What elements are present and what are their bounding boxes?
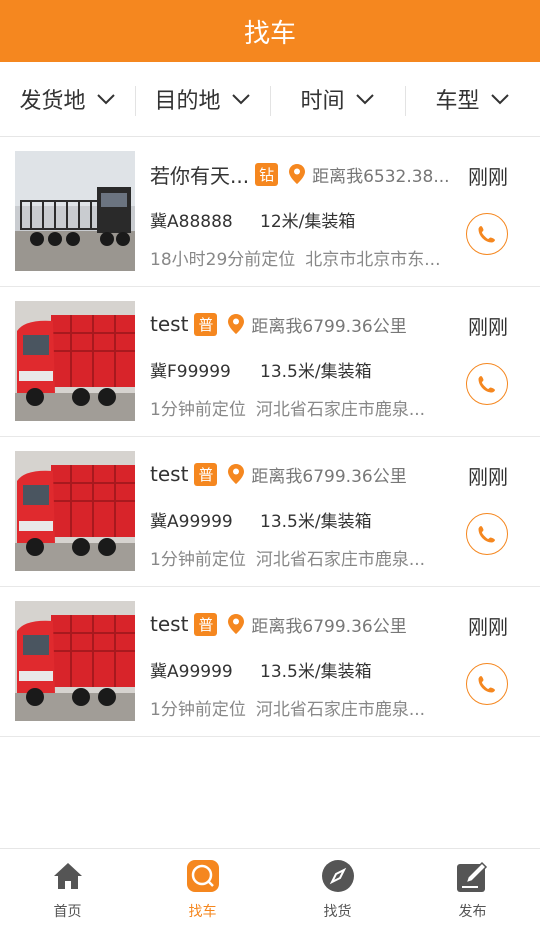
phone-icon [478, 676, 495, 693]
call-button[interactable] [466, 213, 508, 255]
location-pin-icon [289, 164, 306, 184]
vehicle-spec: 12米/集装箱 [260, 211, 356, 232]
truck-photo [15, 301, 135, 421]
location-text: 河北省石家庄市鹿泉... [255, 700, 426, 719]
chevron-down-icon [355, 94, 374, 105]
tab-find-cargo[interactable]: 找货 [270, 849, 405, 933]
truck-photo [15, 451, 135, 571]
plate-number: 冀A99999 [150, 661, 233, 682]
bottom-tab-bar: 首页 找车 找货 发布 [0, 848, 540, 933]
filter-vehicle-type[interactable]: 车型 [405, 62, 540, 136]
call-button[interactable] [466, 513, 508, 555]
filter-time[interactable]: 时间 [270, 62, 405, 136]
compass-icon [321, 859, 355, 893]
chevron-down-icon [490, 94, 509, 105]
truck-photo [15, 601, 135, 721]
tab-label: 找车 [188, 904, 217, 920]
home-icon [51, 859, 85, 893]
distance-text: 距离我6532.38... [312, 166, 450, 187]
tab-home[interactable]: 首页 [0, 849, 135, 933]
phone-icon [478, 226, 495, 243]
location-text: 河北省石家庄市鹿泉... [255, 400, 426, 419]
phone-icon [478, 526, 495, 543]
list-item[interactable]: test 普 距离我6799.36公里 刚刚 冀F99999 13.5米/集装箱… [0, 287, 540, 437]
vehicle-spec: 13.5米/集装箱 [260, 661, 372, 682]
tab-label: 找货 [323, 904, 352, 920]
filter-label: 车型 [435, 89, 480, 114]
list-item[interactable]: test 普 距离我6799.36公里 刚刚 冀A99999 13.5米/集装箱… [0, 587, 540, 737]
located-time: 18小时29分前定位 [150, 250, 296, 269]
vehicle-spec: 13.5米/集装箱 [260, 511, 372, 532]
time-ago: 刚刚 [468, 165, 508, 189]
located-time: 1分钟前定位 [150, 400, 246, 419]
list-item[interactable]: test 普 距离我6799.36公里 刚刚 冀A99999 13.5米/集装箱… [0, 437, 540, 587]
tab-publish[interactable]: 发布 [405, 849, 540, 933]
level-badge: 普 [194, 462, 218, 486]
driver-name: 若你有天... [150, 163, 250, 188]
call-button[interactable] [466, 663, 508, 705]
chevron-down-icon [231, 94, 250, 105]
vehicle-spec: 13.5米/集装箱 [260, 361, 372, 382]
phone-icon [478, 376, 495, 393]
location-pin-icon [228, 314, 245, 334]
driver-name: test [150, 312, 189, 336]
location-text: 河北省石家庄市鹿泉... [255, 550, 426, 569]
distance-text: 距离我6799.36公里 [251, 466, 407, 487]
level-badge: 普 [194, 612, 218, 636]
level-badge: 普 [194, 312, 218, 336]
driver-name: test [150, 462, 189, 486]
find-truck-icon [186, 859, 220, 893]
truck-photo [15, 151, 135, 271]
app-header: 找车 [0, 0, 540, 62]
chevron-down-icon [96, 94, 115, 105]
location-pin-icon [228, 614, 245, 634]
filter-origin[interactable]: 发货地 [0, 62, 135, 136]
location-pin-icon [228, 464, 245, 484]
list-item[interactable]: 若你有天... 钻 距离我6532.38... 刚刚 冀A88888 12米/集… [0, 137, 540, 287]
tab-label: 首页 [53, 904, 82, 920]
filter-label: 时间 [300, 89, 345, 114]
time-ago: 刚刚 [468, 315, 508, 339]
located-time: 1分钟前定位 [150, 550, 246, 569]
truck-list: 若你有天... 钻 距离我6532.38... 刚刚 冀A88888 12米/集… [0, 137, 540, 737]
filter-label: 目的地 [154, 89, 221, 114]
distance-text: 距离我6799.36公里 [251, 616, 407, 637]
plate-number: 冀F99999 [150, 361, 231, 382]
located-time: 1分钟前定位 [150, 700, 246, 719]
location-text: 北京市北京市东... [305, 250, 441, 269]
distance-text: 距离我6799.36公里 [251, 316, 407, 337]
time-ago: 刚刚 [468, 615, 508, 639]
edit-icon [456, 859, 490, 893]
call-button[interactable] [466, 363, 508, 405]
filter-bar: 发货地 目的地 时间 车型 [0, 62, 540, 137]
time-ago: 刚刚 [468, 465, 508, 489]
plate-number: 冀A99999 [150, 511, 233, 532]
filter-label: 发货地 [19, 89, 86, 114]
plate-number: 冀A88888 [150, 211, 233, 232]
tab-label: 发布 [458, 904, 487, 920]
tab-find-truck[interactable]: 找车 [135, 849, 270, 933]
page-title: 找车 [243, 18, 296, 49]
driver-name: test [150, 612, 189, 636]
filter-destination[interactable]: 目的地 [135, 62, 270, 136]
level-badge: 钻 [255, 162, 279, 186]
